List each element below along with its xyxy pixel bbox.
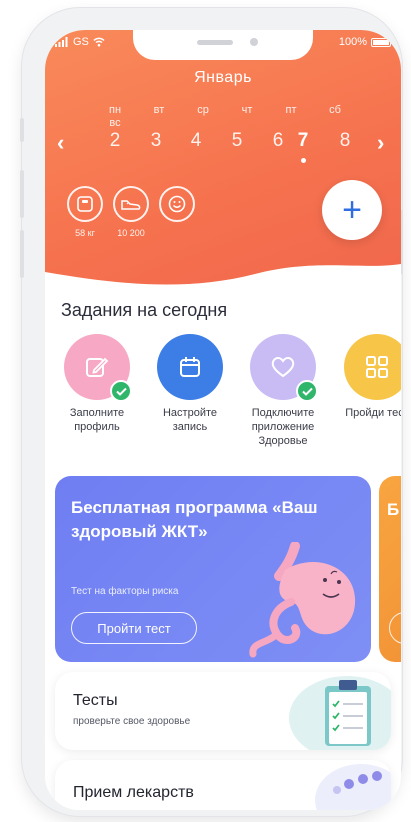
weekday-sun: вс [109, 117, 121, 129]
promo-title: Бесплатная программа «Ваш здоровый ЖКТ» [71, 498, 318, 541]
calendar-icon [180, 357, 200, 377]
heart-icon [271, 356, 295, 378]
day-3[interactable]: 3 [136, 130, 176, 152]
weekday-sat: сб [329, 104, 341, 116]
task-label: Пройди тест [345, 407, 401, 419]
steps-stat-button[interactable] [113, 186, 149, 222]
weight-stat-button[interactable] [67, 186, 103, 222]
day-row: 2 3 4 5 6 7 8 [45, 130, 401, 160]
day-4[interactable]: 4 [176, 130, 216, 152]
status-left: GS [55, 36, 105, 48]
tests-title: Тесты [73, 692, 118, 709]
battery-label: 100% [338, 36, 367, 48]
tests-subtitle: проверьте свое здоровье [73, 716, 191, 727]
status-bar: GS 100% [45, 36, 401, 52]
steps-stat-label: 10 200 [117, 228, 145, 238]
take-test-button[interactable]: Пройти тест [71, 612, 197, 644]
add-button[interactable]: + [322, 180, 382, 240]
tests-card[interactable]: Тесты проверьте свое здоровье [55, 672, 391, 750]
weekday-tue: вт [153, 104, 165, 116]
carrier-label: GS [73, 36, 89, 48]
battery-icon [371, 37, 391, 47]
clipboard-illustration [289, 676, 391, 750]
day-5[interactable]: 5 [217, 130, 257, 152]
mute-switch [20, 118, 24, 142]
medication-title: Прием лекарств [73, 784, 194, 801]
month-title: Январь [194, 69, 252, 86]
edit-icon [86, 357, 109, 377]
day-7-selected[interactable]: 7 [283, 130, 323, 152]
mood-stat-button[interactable] [159, 186, 195, 222]
weekday-fri: пт [285, 104, 297, 116]
weekday-thu: чт [241, 104, 253, 116]
task-icon-circle [64, 334, 132, 402]
day-8[interactable]: 8 [325, 130, 365, 152]
check-icon [110, 380, 132, 402]
task-label: Заполните профиль [69, 407, 125, 433]
scale-icon [77, 196, 93, 212]
task-icon-circle [250, 334, 318, 402]
day-2[interactable]: 2 [95, 130, 135, 152]
promo-subtitle: Тест на факторы риска [71, 586, 179, 597]
task-fill-profile[interactable]: Заполните профиль [57, 334, 137, 434]
volume-up-button [20, 170, 24, 218]
grid-icon [366, 356, 388, 378]
task-label: Настройте запись [162, 407, 217, 433]
promo-card-next[interactable]: Б « [379, 476, 401, 662]
plus-icon: + [342, 191, 362, 229]
task-icon-circle [344, 334, 401, 400]
pills-illustration [315, 764, 391, 810]
status-right: 100% [339, 36, 391, 48]
volume-down-button [20, 230, 24, 278]
task-icon-circle [157, 334, 223, 400]
app-screen: GS 100% Январь пн вт ср чт пт сб вс ‹ › … [45, 30, 401, 810]
check-icon [296, 380, 318, 402]
selected-day-indicator [301, 158, 306, 163]
medication-card[interactable]: Прием лекарств [55, 760, 391, 810]
signal-icon [55, 37, 68, 47]
task-setup-appointment[interactable]: Настройте запись [150, 334, 230, 434]
weight-stat-label: 58 кг [75, 228, 95, 238]
promo-card[interactable]: Бесплатная программа «Ваш здоровый ЖКТ» … [55, 476, 371, 662]
task-connect-health[interactable]: Подключите приложение Здоровье [243, 334, 323, 448]
stomach-illustration [249, 542, 356, 658]
promo-next-button[interactable] [389, 612, 401, 644]
task-take-test[interactable]: Пройди тест [337, 334, 401, 420]
promo-next-title: Б « [387, 500, 401, 519]
task-label: Подключите приложение Здоровье [251, 407, 315, 447]
wifi-icon [93, 37, 105, 47]
weekday-mon: пн [108, 104, 122, 116]
tasks-title: Задания на сегодня [61, 300, 228, 320]
smile-icon [168, 195, 186, 213]
sneaker-icon [121, 200, 141, 210]
weekday-wed: ср [197, 104, 209, 116]
